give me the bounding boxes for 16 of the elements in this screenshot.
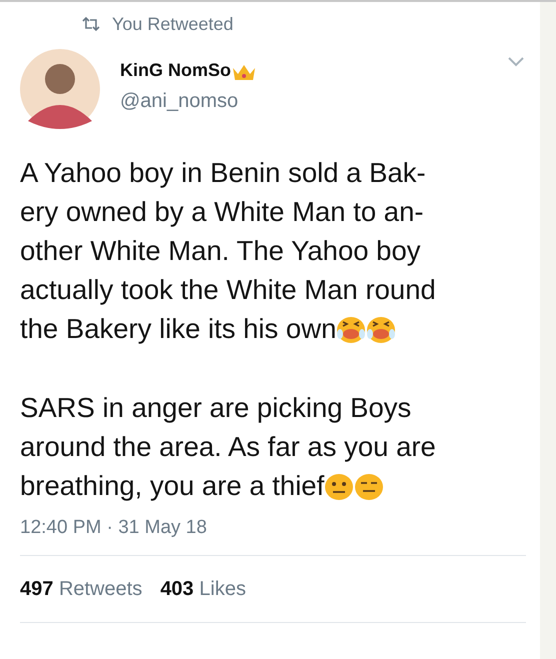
- tweet-text-line: breathing, you are a thief: [20, 470, 324, 502]
- tweet-text-line: SARS in anger are picking Boys: [20, 392, 412, 424]
- chevron-down-icon[interactable]: [508, 57, 524, 67]
- tweet-text-line: the Bakery like its his own: [20, 312, 336, 344]
- retweet-notice: You Retweeted: [112, 14, 234, 34]
- tweet-text-line: A Yahoo boy in Benin sold a Bak-: [20, 156, 426, 188]
- engagement-count[interactable]: 497 Retweets: [20, 578, 142, 600]
- tweet-text-line: around the area. As far as you are: [20, 430, 436, 462]
- tweet-timestamp: 12:40 PM · 31 May 18: [20, 517, 208, 539]
- tweet-text-line: other White Man. The Yahoo boy: [20, 234, 421, 266]
- retweet-icon: [82, 17, 100, 31]
- tweet-text-line: actually took the White Man round: [20, 274, 436, 306]
- author-handle: @ani_nomso: [120, 90, 240, 112]
- engagement-count[interactable]: 403 Likes: [160, 578, 246, 600]
- author-name: KinG NomSo: [120, 60, 231, 81]
- tweet-text-line: ery owned by a White Man to an-: [20, 196, 424, 228]
